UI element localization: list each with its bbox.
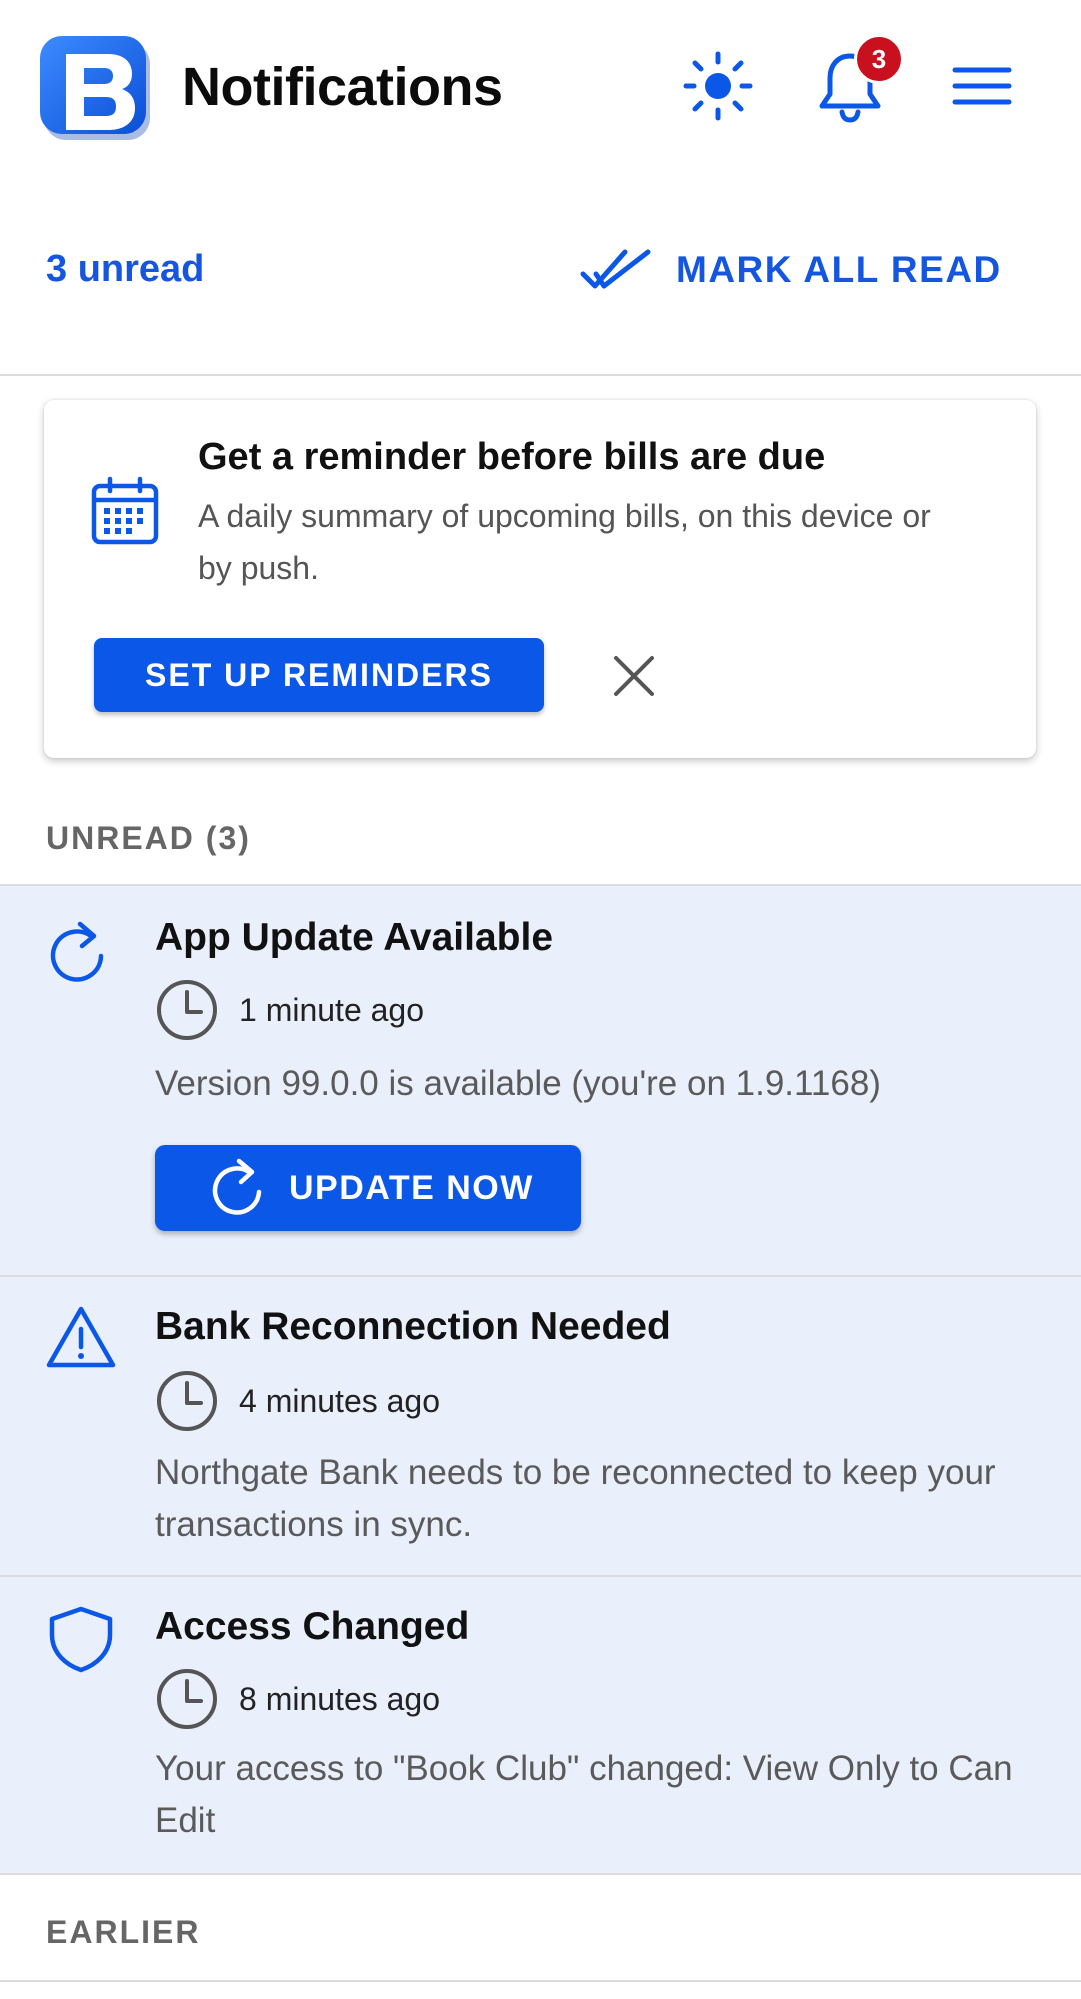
reminder-title: Get a reminder before bills are due <box>198 436 826 478</box>
hamburger-menu-icon <box>952 67 1012 105</box>
notification-body: Northgate Bank needs to be reconnected t… <box>155 1453 996 1544</box>
bill-reminder-card: Get a reminder before bills are due A da… <box>44 400 1036 758</box>
app-logo[interactable] <box>38 34 154 142</box>
notification-title: App Update Available <box>155 916 554 959</box>
divider <box>0 1980 1081 1982</box>
notification-timestamp: 8 minutes ago <box>155 1667 440 1731</box>
section-heading-earlier: EARLIER <box>46 1914 201 1950</box>
notification-count-badge: 3 <box>854 34 904 84</box>
close-icon <box>614 656 654 696</box>
menu-button[interactable] <box>940 44 1024 128</box>
mark-all-read-button[interactable]: MARK ALL READ <box>580 230 1002 310</box>
theme-toggle-button[interactable] <box>676 44 760 128</box>
warning-icon <box>46 1305 116 1374</box>
notification-item[interactable]: Access Changed 8 minutes ago Your access… <box>0 1577 1081 1873</box>
refresh-icon <box>212 1158 262 1215</box>
notification-title: Bank Reconnection Needed <box>155 1305 671 1348</box>
refresh-icon <box>46 916 108 993</box>
sun-icon <box>683 51 753 121</box>
divider <box>0 1873 1081 1875</box>
divider <box>0 374 1081 376</box>
page-title: Notifications <box>182 57 503 117</box>
notification-time-text: 4 minutes ago <box>239 1382 441 1419</box>
dismiss-reminder-button[interactable] <box>602 644 666 708</box>
app-header: Notifications 3 <box>0 0 1081 180</box>
double-check-icon <box>580 249 651 289</box>
notification-item[interactable]: Bank Reconnection Needed 4 minutes ago N… <box>0 1277 1081 1575</box>
notification-title: Access Changed <box>155 1605 470 1648</box>
update-now-button[interactable]: UPDATE NOW <box>155 1145 581 1231</box>
notifications-toolbar: 3 unread MARK ALL READ <box>0 230 1081 330</box>
notification-body: Version 99.0.0 is available (you're on 1… <box>155 1064 881 1103</box>
update-now-label: UPDATE NOW <box>289 1168 534 1207</box>
reminder-description: A daily summary of upcoming bills, on th… <box>198 498 931 586</box>
notification-body: Your access to "Book Club" changed: View… <box>155 1749 1013 1840</box>
notification-time-text: 8 minutes ago <box>239 1680 441 1717</box>
shield-icon <box>46 1605 116 1678</box>
notification-timestamp: 4 minutes ago <box>155 1369 440 1433</box>
mark-all-read-label: MARK ALL READ <box>676 249 1002 290</box>
notification-timestamp: 1 minute ago <box>155 978 424 1042</box>
section-heading-unread: UNREAD (3) <box>46 820 251 856</box>
notification-item[interactable]: App Update Available 1 minute ago Versio… <box>0 886 1081 1275</box>
clock-icon <box>157 1371 217 1431</box>
calendar-icon <box>90 476 160 551</box>
set-up-reminders-button[interactable]: SET UP REMINDERS <box>94 638 544 712</box>
unread-count: 3 unread <box>46 248 205 290</box>
notification-time-text: 1 minute ago <box>239 991 425 1028</box>
clock-icon <box>157 1669 217 1729</box>
clock-icon <box>157 980 217 1040</box>
